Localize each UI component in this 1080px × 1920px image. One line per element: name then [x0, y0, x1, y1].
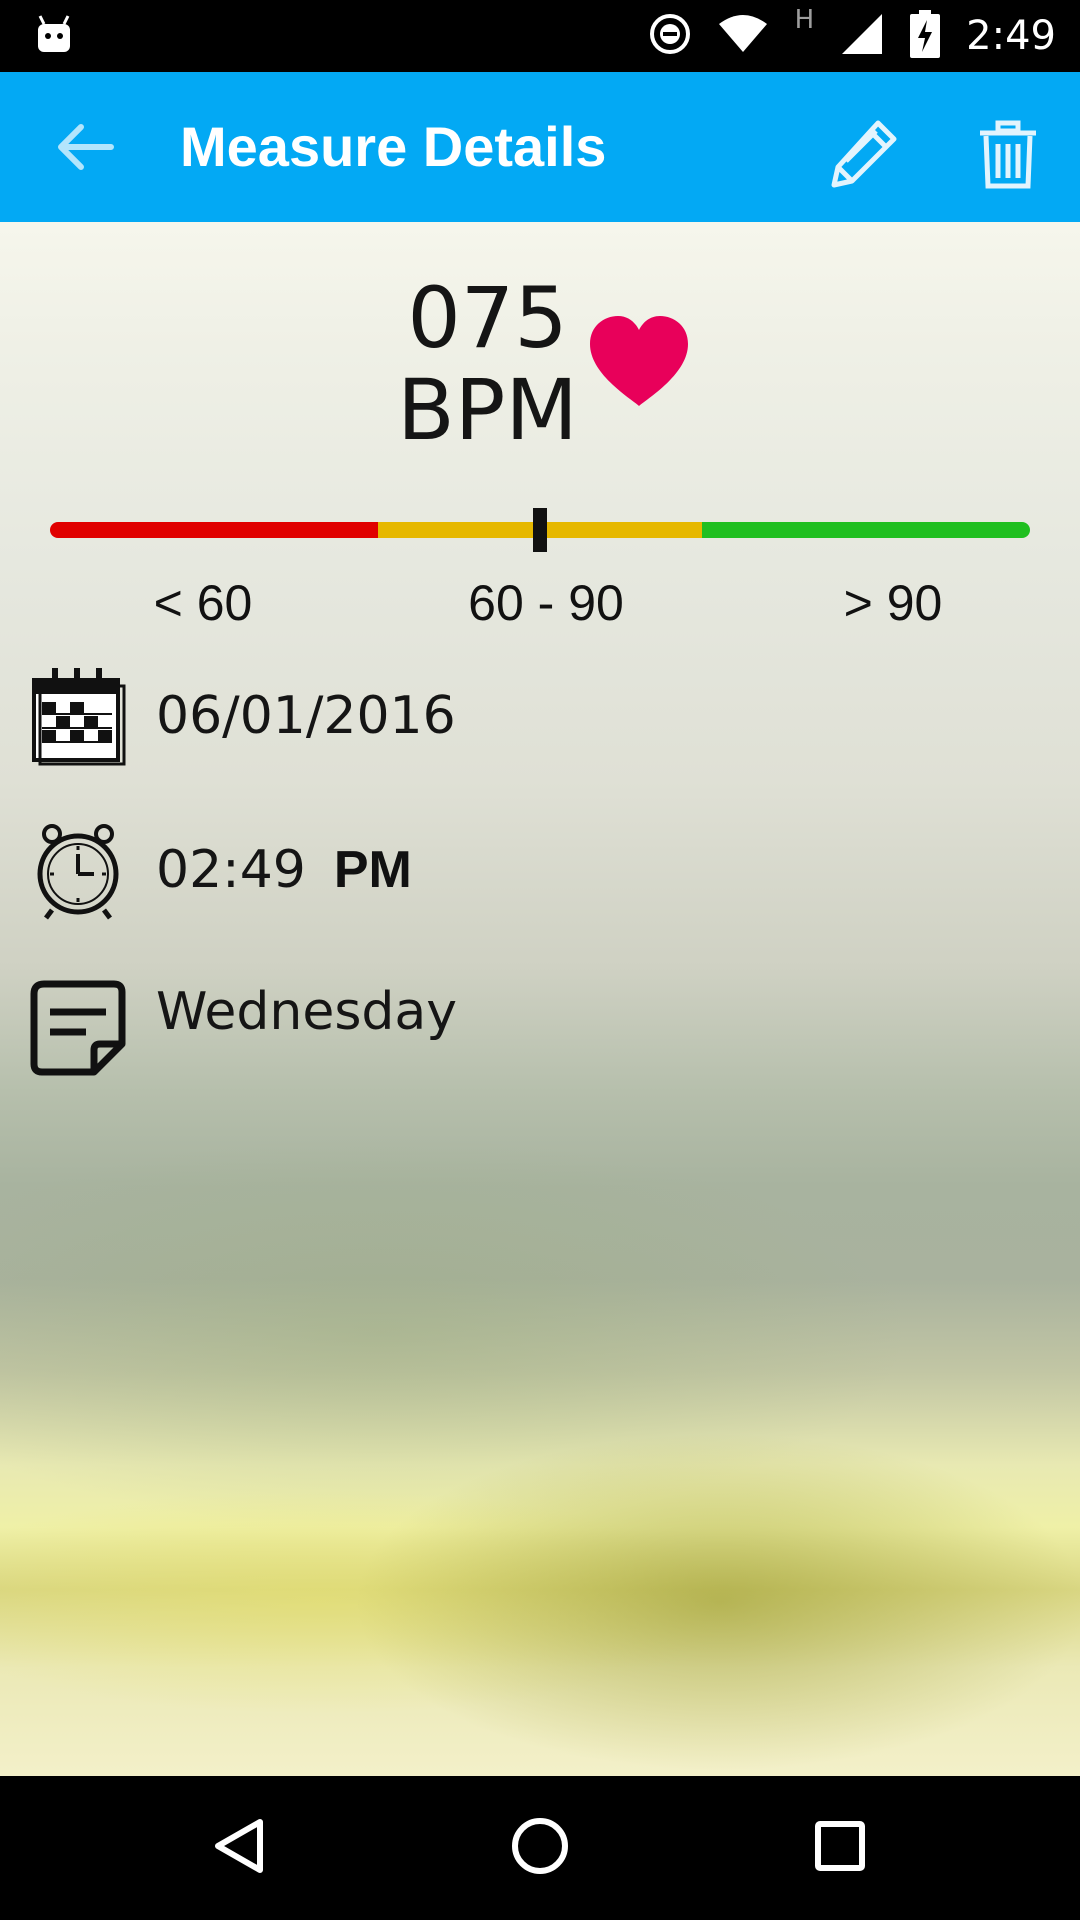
range-label-normal: 60 - 90 — [468, 575, 624, 631]
battery-charging-icon — [910, 10, 941, 62]
network-type-label: H — [794, 5, 815, 35]
do-not-disturb-icon — [649, 13, 691, 59]
measure-details-content: 075 BPM < 60 60 - 90 > 90 06/01/2016 02:… — [0, 222, 1080, 1776]
scale-segment-high — [701, 522, 1030, 538]
wifi-icon — [717, 14, 769, 58]
nav-home-icon — [510, 1816, 570, 1880]
status-bar: H 2:49 — [0, 0, 1080, 72]
page-title: Measure Details — [180, 115, 607, 178]
android-icon — [36, 14, 72, 54]
note-row: Wednesday — [28, 978, 457, 1078]
signal-icon — [840, 12, 884, 60]
navigation-bar — [0, 1776, 1080, 1920]
back-button[interactable] — [50, 119, 120, 179]
nav-back-icon — [210, 1816, 270, 1880]
status-time: 2:49 — [966, 13, 1056, 59]
edit-button[interactable] — [826, 117, 902, 193]
time-row: 02:49 PM — [28, 820, 412, 920]
back-arrow-icon — [55, 121, 115, 177]
ampm-label: PM — [333, 841, 412, 899]
nav-recents-icon — [810, 1816, 870, 1880]
pencil-icon — [828, 117, 900, 193]
date-row: 06/01/2016 — [28, 666, 456, 766]
time-value: 02:49 — [156, 840, 306, 900]
app-bar: Measure Details — [0, 72, 1080, 222]
scale-marker — [533, 508, 547, 552]
range-label-high: > 90 — [843, 575, 943, 631]
delete-button[interactable] — [974, 117, 1042, 197]
note-value: Wednesday — [156, 982, 458, 1042]
calendar-icon — [28, 666, 128, 766]
note-icon — [28, 978, 128, 1078]
bpm-unit: BPM — [397, 361, 578, 459]
scale-segment-low — [50, 522, 379, 538]
nav-home-button[interactable] — [500, 1808, 580, 1888]
bpm-value: 075 — [407, 269, 568, 367]
heart-icon — [586, 314, 692, 410]
nav-back-button[interactable] — [200, 1808, 280, 1888]
range-label-low: < 60 — [153, 575, 253, 631]
date-value: 06/01/2016 — [156, 686, 456, 746]
nav-recents-button[interactable] — [800, 1808, 880, 1888]
trash-icon — [978, 120, 1038, 194]
alarm-clock-icon — [28, 820, 128, 920]
status-icons: H 2:49 — [649, 0, 1056, 72]
